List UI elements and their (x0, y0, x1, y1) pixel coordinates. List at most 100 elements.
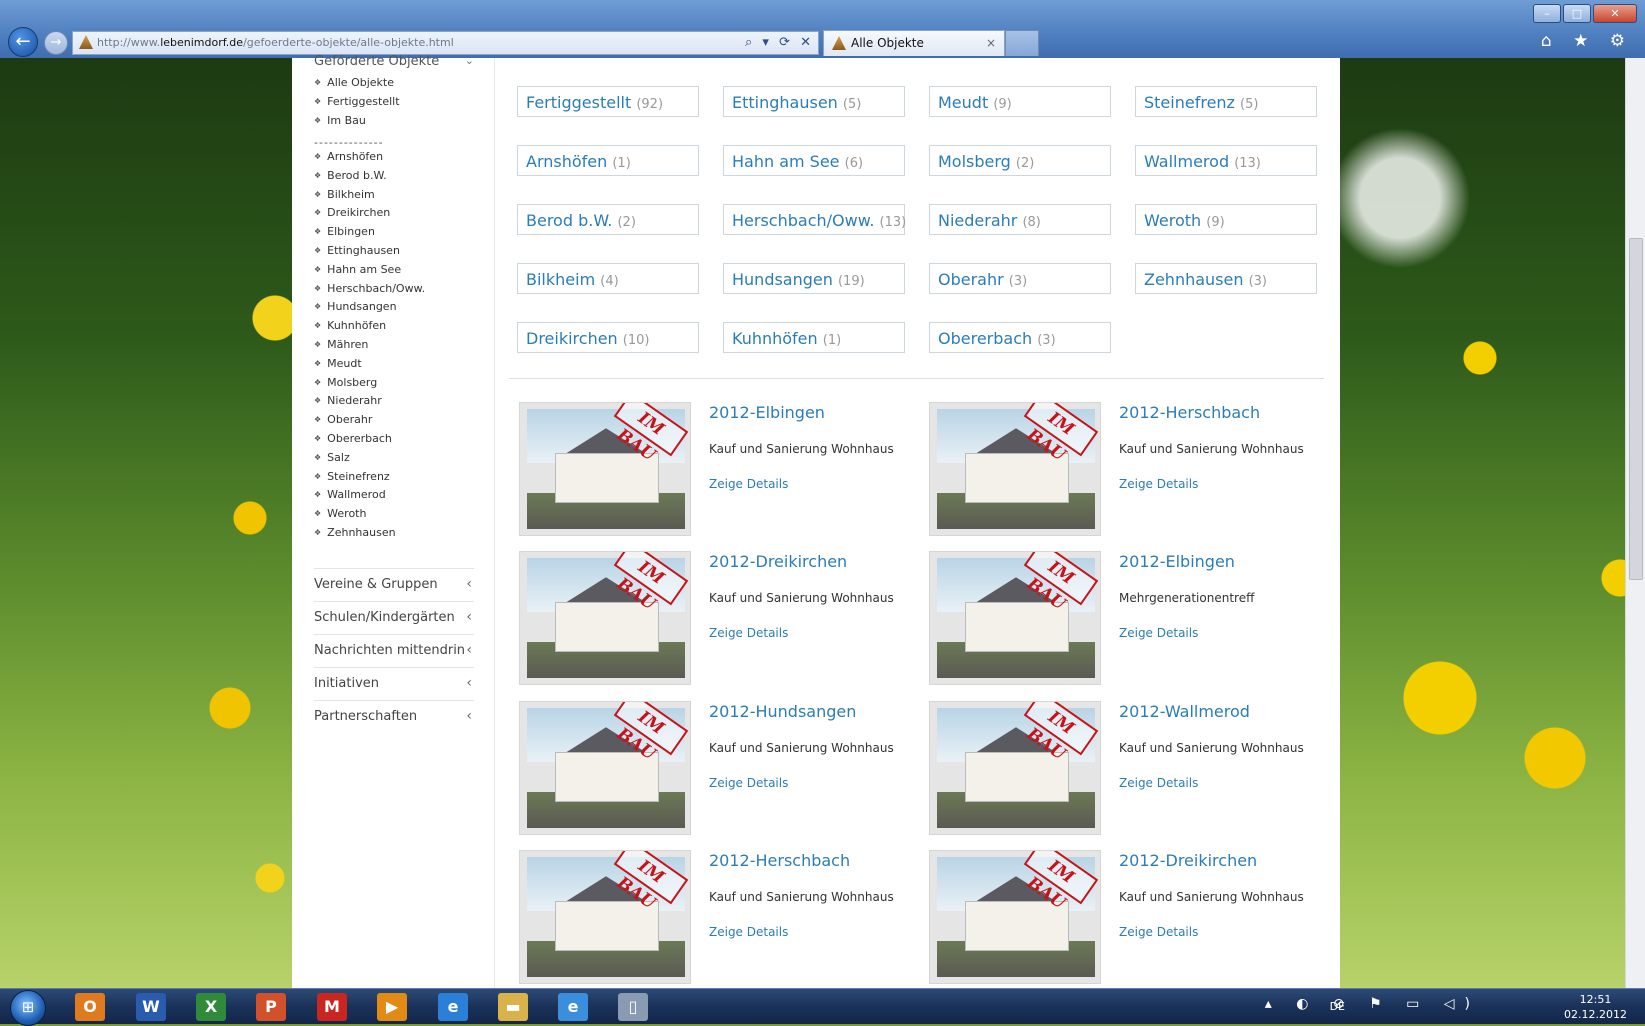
sidebar-place-item[interactable]: Arnshöfen (314, 148, 425, 167)
sidebar-place-item[interactable]: Obererbach (314, 430, 425, 449)
sidebar-place-item[interactable]: Herschbach/Oww. (314, 280, 425, 299)
project-details-link[interactable]: Zeige Details (709, 925, 788, 939)
vertical-scrollbar[interactable] (1625, 58, 1645, 988)
sidebar-place-item[interactable]: Zehnhausen (314, 524, 425, 543)
sidebar-section[interactable]: Vereine & Gruppen ‹ (314, 568, 474, 600)
project-details-link[interactable]: Zeige Details (709, 626, 788, 640)
category-link[interactable]: Weroth (9) (1135, 204, 1317, 235)
sidebar-header[interactable]: Geförderte Objekte ⌄ (314, 54, 474, 69)
internet-explorer-icon-2[interactable]: e (558, 993, 588, 1021)
tab-close-icon[interactable]: × (986, 31, 996, 56)
sidebar-place-item[interactable]: Dreikirchen (314, 204, 425, 223)
category-link[interactable]: Niederahr (8) (929, 204, 1111, 235)
sidebar-filter-item[interactable]: Fertiggestellt (314, 93, 399, 112)
project-thumbnail[interactable]: IM BAU (519, 701, 691, 835)
category-link[interactable]: Dreikirchen (10) (517, 322, 699, 353)
sidebar-filter-item[interactable]: Im Bau (314, 112, 400, 131)
new-tab-button[interactable] (1005, 30, 1039, 56)
sidebar-place-item[interactable]: Hahn am See (314, 261, 425, 280)
category-link[interactable]: Zehnhausen (3) (1135, 263, 1317, 294)
maximize-button[interactable]: □ (1563, 4, 1591, 23)
category-link[interactable]: Ettinghausen (5) (723, 86, 905, 117)
sidebar-place-item[interactable]: Mähren (314, 336, 425, 355)
category-link[interactable]: Molsberg (2) (929, 145, 1111, 176)
internet-explorer-icon[interactable]: e (438, 993, 468, 1021)
sidebar-section[interactable]: Schulen/Kindergärten ‹ (314, 601, 474, 633)
sidebar-place-item[interactable]: Bilkheim (314, 186, 425, 205)
project-title[interactable]: 2012-Hundsangen (709, 702, 856, 721)
sidebar-filter-item[interactable]: Alle Objekte (314, 74, 400, 93)
project-thumbnail[interactable]: IM BAU (929, 701, 1101, 835)
project-thumbnail[interactable]: IM BAU (929, 850, 1101, 984)
tray-icons[interactable]: ▴ ◐ ⊘ ⚑ ▭ ◁) (1265, 996, 1480, 1012)
project-thumbnail[interactable]: IM BAU (519, 551, 691, 685)
explorer-folder-icon[interactable]: ▬ (498, 993, 528, 1021)
word-icon[interactable]: W (136, 993, 166, 1021)
sidebar-place-item[interactable]: Meudt (314, 355, 425, 374)
category-link[interactable]: Kuhnhöfen (1) (723, 322, 905, 353)
minimize-button[interactable]: – (1533, 4, 1561, 23)
forward-button[interactable]: → (44, 31, 68, 55)
category-link[interactable]: Obererbach (3) (929, 322, 1111, 353)
sidebar-section[interactable]: Initiativen ‹ (314, 667, 474, 699)
project-details-link[interactable]: Zeige Details (709, 776, 788, 790)
project-title[interactable]: 2012-Wallmerod (1119, 702, 1250, 721)
device-icon[interactable]: ▯ (618, 993, 648, 1021)
scrollbar-thumb[interactable] (1629, 238, 1643, 580)
back-button[interactable]: ← (8, 27, 38, 57)
sidebar-place-item[interactable]: Weroth (314, 505, 425, 524)
sidebar-place-item[interactable]: Kuhnhöfen (314, 317, 425, 336)
sidebar-place-item[interactable]: Niederahr (314, 392, 425, 411)
category-link[interactable]: Hundsangen (19) (723, 263, 905, 294)
category-link[interactable]: Steinefrenz (5) (1135, 86, 1317, 117)
project-title[interactable]: 2012-Dreikirchen (1119, 851, 1257, 870)
url-path: /gefoerderte-objekte/alle-objekte.html (243, 36, 454, 49)
excel-icon[interactable]: X (196, 993, 226, 1021)
address-bar[interactable]: http://www.lebenimdorf.de/gefoerderte-ob… (72, 31, 819, 55)
clock[interactable]: 12:51 02.12.2012 (1564, 992, 1627, 1022)
sidebar-place-item[interactable]: Berod b.W. (314, 167, 425, 186)
project-title[interactable]: 2012-Elbingen (709, 403, 825, 422)
project-details-link[interactable]: Zeige Details (1119, 925, 1198, 939)
category-link[interactable]: Wallmerod (13) (1135, 145, 1317, 176)
sidebar-place-item[interactable]: Molsberg (314, 374, 425, 393)
project-details-link[interactable]: Zeige Details (1119, 776, 1198, 790)
project-thumbnail[interactable]: IM BAU (519, 850, 691, 984)
media-player-icon[interactable]: ▶ (377, 993, 407, 1021)
project-title[interactable]: 2012-Dreikirchen (709, 552, 847, 571)
sidebar-section[interactable]: Nachrichten mittendrin ‹ (314, 634, 474, 666)
sidebar-place-item[interactable]: Wallmerod (314, 486, 425, 505)
project-thumbnail[interactable]: IM BAU (519, 402, 691, 536)
sidebar-place-item[interactable]: Steinefrenz (314, 468, 425, 487)
sidebar-place-item[interactable]: Salz (314, 449, 425, 468)
project-thumbnail[interactable]: IM BAU (929, 551, 1101, 685)
category-link[interactable]: Arnshöfen (1) (517, 145, 699, 176)
project-details-link[interactable]: Zeige Details (1119, 477, 1198, 491)
mail-app-icon[interactable]: M (317, 993, 347, 1021)
tab-alle-objekte[interactable]: Alle Objekte × (823, 30, 1005, 56)
close-window-button[interactable]: ✕ (1593, 4, 1637, 23)
project-thumbnail[interactable]: IM BAU (929, 402, 1101, 536)
project-title[interactable]: 2012-Herschbach (709, 851, 850, 870)
powerpoint-icon[interactable]: P (256, 993, 286, 1021)
sidebar-place-item[interactable]: Oberahr (314, 411, 425, 430)
sidebar-place-item[interactable]: Hundsangen (314, 298, 425, 317)
category-link[interactable]: Oberahr (3) (929, 263, 1111, 294)
project-details-link[interactable]: Zeige Details (1119, 626, 1198, 640)
home-favorites-settings-icons[interactable]: ⌂ ★ ⚙ (1541, 31, 1633, 51)
sidebar-section[interactable]: Partnerschaften ‹ (314, 700, 474, 732)
sidebar-place-item[interactable]: Elbingen (314, 223, 425, 242)
sidebar-place-item[interactable]: Ettinghausen (314, 242, 425, 261)
category-link[interactable]: Berod b.W. (2) (517, 204, 699, 235)
project-title[interactable]: 2012-Elbingen (1119, 552, 1235, 571)
start-button[interactable]: ⊞ (10, 990, 46, 1026)
project-title[interactable]: 2012-Herschbach (1119, 403, 1260, 422)
category-link[interactable]: Fertiggestellt (92) (517, 86, 699, 117)
category-link[interactable]: Hahn am See (6) (723, 145, 905, 176)
category-link[interactable]: Bilkheim (4) (517, 263, 699, 294)
outlook-icon[interactable]: O (75, 993, 105, 1021)
category-link[interactable]: Herschbach/Oww. (13) (723, 204, 906, 235)
project-details-link[interactable]: Zeige Details (709, 477, 788, 491)
address-tools-icon[interactable]: ⌕ ▾ ⟳ ✕ (745, 32, 814, 54)
category-link[interactable]: Meudt (9) (929, 86, 1111, 117)
